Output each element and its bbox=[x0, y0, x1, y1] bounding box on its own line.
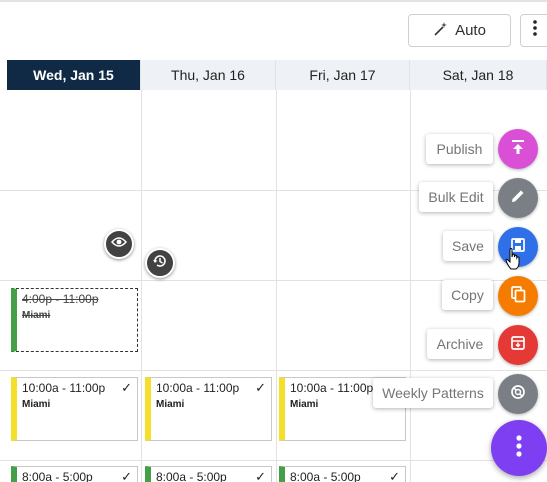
shift-card[interactable]: 10:00a - 11:00p Miami ✓ bbox=[145, 377, 272, 441]
auto-schedule-button[interactable]: Auto bbox=[408, 14, 511, 47]
grid-line bbox=[410, 90, 411, 482]
archive-button[interactable] bbox=[498, 325, 538, 365]
magic-wand-icon bbox=[433, 21, 449, 41]
copy-icon bbox=[509, 285, 527, 308]
day-header-sat[interactable]: Sat, Jan 18 bbox=[410, 60, 547, 90]
shift-time: 8:00a - 5:00p bbox=[22, 470, 93, 482]
shift-location: Miami bbox=[156, 399, 185, 410]
fab-main-button[interactable] bbox=[491, 420, 547, 476]
fab-label-text: Copy bbox=[451, 287, 484, 303]
day-header-fri[interactable]: Fri, Jan 17 bbox=[276, 60, 410, 90]
day-label: Wed, Jan 15 bbox=[33, 67, 114, 83]
fab-label-text: Bulk Edit bbox=[428, 189, 484, 205]
shift-time: 4:00p - 11:00p bbox=[22, 292, 99, 306]
history-icon bbox=[152, 253, 168, 274]
fab-label-text: Weekly Patterns bbox=[382, 385, 484, 401]
copy-button[interactable] bbox=[498, 276, 538, 316]
publish-icon bbox=[509, 138, 527, 161]
archive-icon bbox=[509, 334, 527, 357]
auto-label: Auto bbox=[455, 22, 486, 39]
grid-line bbox=[0, 460, 547, 461]
shift-card[interactable]: 8:00a - 5:00p ✓ bbox=[11, 466, 138, 482]
weekly-patterns-button[interactable] bbox=[498, 374, 538, 414]
toolbar-more-button[interactable] bbox=[520, 14, 547, 47]
view-button[interactable] bbox=[104, 229, 134, 259]
shift-card[interactable]: 8:00a - 5:00p ✓ bbox=[145, 466, 272, 482]
save-label[interactable]: Save bbox=[443, 231, 493, 261]
check-icon: ✓ bbox=[255, 469, 266, 482]
publish-label[interactable]: Publish bbox=[426, 134, 493, 164]
shift-card[interactable]: 10:00a - 11:00p Miami ✓ bbox=[11, 377, 138, 441]
shift-time: 8:00a - 5:00p bbox=[290, 470, 361, 482]
archive-label[interactable]: Archive bbox=[427, 329, 493, 359]
shift-location: Miami bbox=[22, 310, 51, 321]
bulk-edit-button[interactable] bbox=[498, 178, 538, 218]
shift-time: 10:00a - 11:00p bbox=[156, 381, 240, 395]
check-icon: ✓ bbox=[389, 469, 400, 482]
grid-line bbox=[141, 90, 142, 482]
more-vert-icon bbox=[533, 20, 537, 41]
more-vert-icon bbox=[516, 434, 522, 462]
copy-label[interactable]: Copy bbox=[442, 280, 493, 310]
day-label: Sat, Jan 18 bbox=[442, 67, 514, 83]
day-label: Thu, Jan 16 bbox=[171, 67, 245, 83]
fab-label-text: Publish bbox=[436, 141, 483, 157]
shift-time: 10:00a - 11:00p bbox=[22, 381, 106, 395]
check-icon: ✓ bbox=[121, 469, 132, 482]
day-header-wed[interactable]: Wed, Jan 15 bbox=[7, 60, 141, 90]
check-icon: ✓ bbox=[255, 380, 266, 395]
day-label: Fri, Jan 17 bbox=[309, 67, 376, 83]
day-header-thu[interactable]: Thu, Jan 16 bbox=[141, 60, 276, 90]
fab-label-text: Save bbox=[452, 238, 484, 254]
shift-location: Miami bbox=[22, 399, 51, 410]
eye-icon bbox=[111, 235, 127, 253]
weekly-patterns-label[interactable]: Weekly Patterns bbox=[373, 378, 493, 408]
grid-line bbox=[0, 370, 547, 371]
fab-label-text: Archive bbox=[436, 336, 484, 352]
shift-time: 8:00a - 5:00p bbox=[156, 470, 227, 482]
patterns-icon bbox=[509, 383, 527, 406]
bulk-edit-label[interactable]: Bulk Edit bbox=[419, 182, 493, 212]
top-border bbox=[0, 0, 547, 2]
shift-card[interactable]: 8:00a - 5:00p ✓ bbox=[279, 466, 406, 482]
check-icon: ✓ bbox=[121, 380, 132, 395]
grid-line bbox=[276, 90, 277, 482]
publish-button[interactable] bbox=[498, 129, 538, 169]
restore-button[interactable] bbox=[145, 248, 175, 278]
pencil-icon bbox=[509, 187, 527, 210]
shift-card-deleted[interactable]: 4:00p - 11:00p Miami bbox=[11, 288, 138, 352]
hand-cursor-icon bbox=[505, 247, 521, 270]
